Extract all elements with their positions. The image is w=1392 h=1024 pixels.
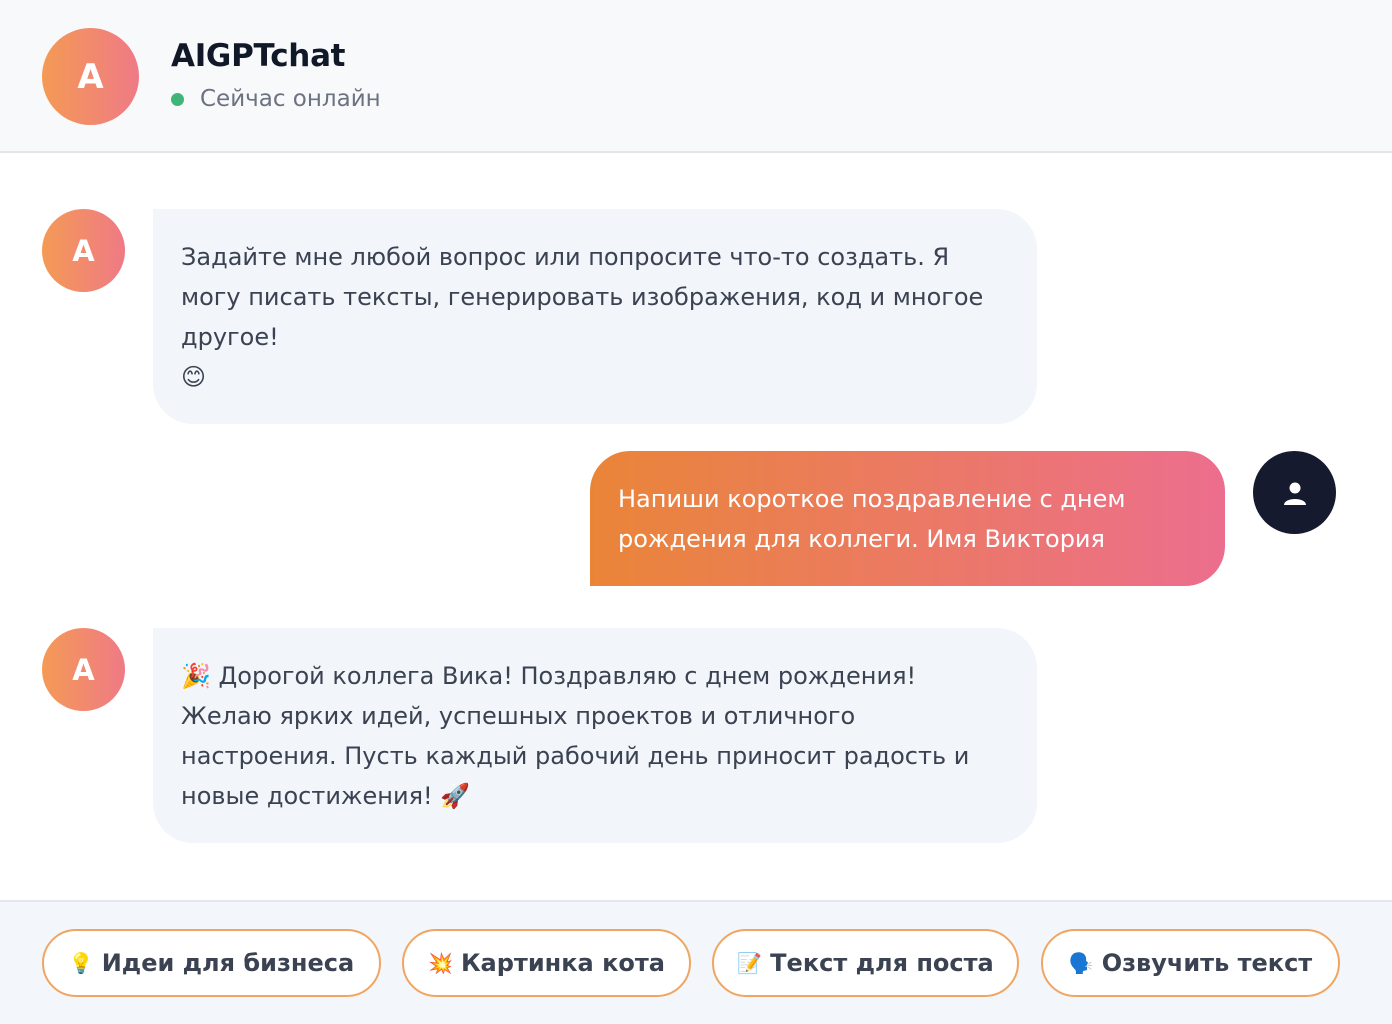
bot-message: Задайте мне любой вопрос или попросите ч… bbox=[153, 209, 1037, 424]
chip-label: Озвучить текст bbox=[1101, 949, 1313, 977]
party-popper-emoji-icon: 🎉 bbox=[181, 662, 211, 690]
avatar-letter: A bbox=[72, 652, 95, 687]
suggestion-business-ideas-button[interactable]: 💡 Идеи для бизнеса bbox=[42, 929, 381, 997]
message-text: Задайте мне любой вопрос или попросите ч… bbox=[181, 243, 984, 351]
suggestion-cat-image-button[interactable]: 💥 Картинка кота bbox=[402, 929, 691, 997]
bot-avatar: A bbox=[42, 209, 125, 292]
bot-avatar: A bbox=[42, 628, 125, 711]
suggestion-voice-text-button[interactable]: 🗣️ Озвучить текст bbox=[1041, 929, 1340, 997]
suggestions-bar: 💡 Идеи для бизнеса 💥 Картинка кота 📝 Тек… bbox=[0, 900, 1392, 1024]
speaking-head-icon: 🗣️ bbox=[1068, 951, 1094, 975]
chip-label: Идеи для бизнеса bbox=[101, 949, 355, 977]
user-icon bbox=[1283, 482, 1306, 505]
avatar-letter: A bbox=[72, 233, 95, 268]
lightbulb-icon: 💡 bbox=[68, 951, 94, 975]
avatar-letter: A bbox=[77, 56, 104, 97]
chip-label: Текст для поста bbox=[770, 949, 994, 977]
bot-avatar: A bbox=[42, 28, 139, 125]
smile-emoji-icon: 😊 bbox=[181, 363, 207, 391]
status-text: Сейчас онлайн bbox=[200, 86, 381, 112]
chat-title: AIGPTchat bbox=[171, 38, 346, 74]
message-text: Напиши короткое поздравление с днем рожд… bbox=[618, 485, 1126, 553]
user-avatar bbox=[1253, 451, 1336, 534]
message-text: Дорогой коллега Вика! Поздравляю с днем … bbox=[181, 662, 970, 810]
chip-label: Картинка кота bbox=[460, 949, 665, 977]
rocket-emoji-icon: 🚀 bbox=[440, 782, 471, 810]
suggestion-post-text-button[interactable]: 📝 Текст для поста bbox=[712, 929, 1019, 997]
online-status: Сейчас онлайн bbox=[171, 86, 381, 112]
online-indicator-icon bbox=[171, 92, 184, 106]
user-message: Напиши короткое поздравление с днем рожд… bbox=[590, 451, 1225, 586]
collision-icon: 💥 bbox=[428, 951, 453, 975]
bot-message: 🎉 Дорогой коллега Вика! Поздравляю с дне… bbox=[153, 628, 1037, 843]
memo-icon: 📝 bbox=[737, 951, 763, 975]
chat-app: A AIGPTchat Сейчас онлайн A Задайте мне … bbox=[0, 0, 1392, 1024]
chat-header: A AIGPTchat Сейчас онлайн bbox=[0, 0, 1392, 153]
